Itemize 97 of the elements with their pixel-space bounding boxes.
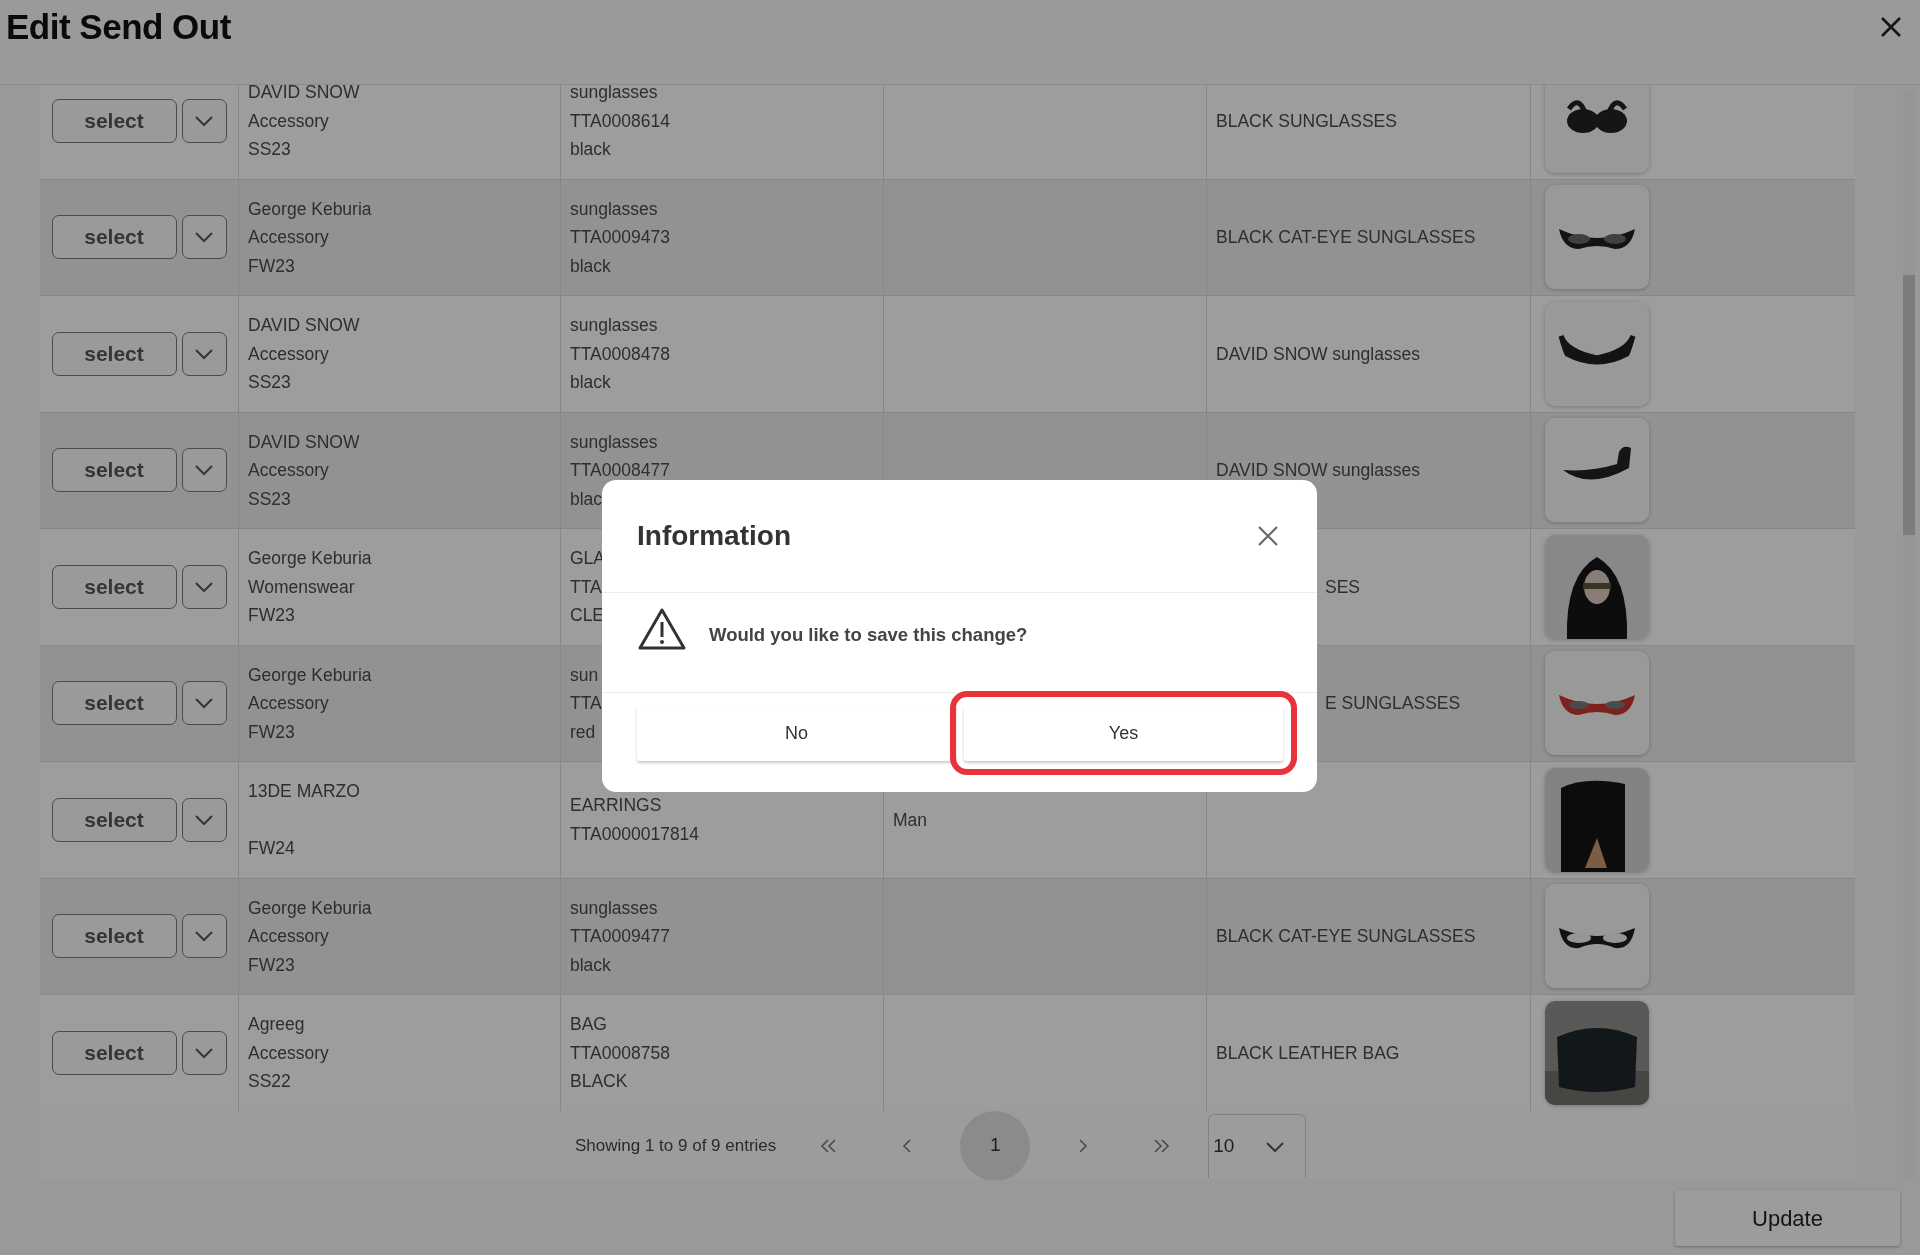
- chevron-icon: [194, 930, 214, 943]
- dropdown-toggle[interactable]: [181, 448, 227, 493]
- cell-text: FW23: [248, 720, 295, 744]
- chevron-icon: [1265, 1140, 1286, 1153]
- cell-text: CLE: [570, 604, 605, 627]
- cell-text: TTA0000017814: [570, 822, 700, 846]
- cell-text: BAG: [570, 1013, 607, 1036]
- select-button[interactable]: select: [51, 215, 177, 260]
- cell-text: Accessory: [248, 109, 329, 133]
- chevron-icon: [194, 580, 214, 593]
- select-button[interactable]: select: [51, 914, 177, 959]
- cell-text: black: [570, 254, 611, 278]
- cell-text: Accessory: [248, 925, 329, 948]
- cell-text: TTA0008614: [570, 109, 670, 133]
- cell-text: FW23: [248, 254, 295, 278]
- chevron-icon: [194, 114, 214, 127]
- cell-text: sunglasses: [570, 430, 658, 454]
- cell-text: George Keburia: [248, 896, 372, 920]
- cell-text: Accessory: [248, 459, 329, 482]
- cell-text: sun: [570, 663, 599, 687]
- cell-text: TTA0009477: [570, 925, 670, 948]
- cell-text: DAVID SNOW sunglasses: [1216, 342, 1420, 366]
- dropdown-toggle[interactable]: [181, 681, 227, 726]
- cell-text: Accessory: [248, 1041, 329, 1065]
- cell-text: SS22: [248, 1070, 291, 1093]
- cell-text: Accessory: [248, 342, 329, 366]
- cell-text: TTA0008758: [570, 1041, 670, 1065]
- cell-text: DAVID SNOW: [248, 430, 360, 454]
- cell-text: sunglasses: [570, 85, 658, 104]
- select-button[interactable]: select: [51, 564, 177, 609]
- dropdown-toggle[interactable]: [181, 331, 227, 376]
- confirmation-message: Would you like to save this change?: [709, 623, 1028, 647]
- cell-text: E SUNGLASSES: [1325, 692, 1461, 715]
- select-button[interactable]: select: [51, 98, 177, 143]
- warning-icon: [637, 607, 687, 651]
- cell-text: DAVID SNOW sunglasses: [1216, 459, 1420, 482]
- dropdown-toggle[interactable]: [181, 914, 227, 959]
- dropdown-toggle[interactable]: [181, 1030, 227, 1075]
- cell-text: sunglasses: [570, 896, 658, 920]
- page-size-select[interactable]: 10: [1208, 1113, 1307, 1178]
- select-button[interactable]: select: [51, 797, 177, 842]
- cell-text: Accessory: [248, 226, 329, 249]
- cell-text: 13DE MARZO: [248, 780, 360, 803]
- cell-text: TTA: [570, 692, 602, 715]
- dialog-button[interactable]: Yes: [964, 705, 1283, 761]
- cell-text: red: [570, 720, 596, 744]
- cell-text: SS23: [248, 138, 291, 161]
- dropdown-toggle[interactable]: [181, 564, 227, 609]
- cell-text: FW24: [248, 837, 295, 860]
- select-button[interactable]: select: [51, 331, 177, 376]
- cell-text: sunglasses: [570, 314, 658, 337]
- cell-text: George Keburia: [248, 547, 372, 570]
- cell-text: TTA0008478: [570, 342, 670, 366]
- cell-text: TTA: [570, 575, 602, 599]
- dialog-title: Edit Send Out: [6, 6, 231, 48]
- cell-text: SS23: [248, 371, 291, 394]
- cell-text: black: [570, 138, 611, 161]
- cell-text: Man: [893, 808, 928, 832]
- dialog-heading: Information: [637, 519, 791, 553]
- cell-text: FW23: [248, 953, 295, 977]
- select-button[interactable]: select: [51, 448, 177, 493]
- dropdown-toggle[interactable]: [181, 98, 227, 143]
- cell-text: TTA0008477: [570, 459, 670, 482]
- cell-text: Agreeg: [248, 1013, 305, 1036]
- cell-text: EARRINGS: [570, 794, 662, 818]
- chevron-icon: [194, 231, 214, 244]
- cell-text: BLACK: [570, 1070, 628, 1093]
- cell-text: blac: [570, 487, 603, 511]
- select-button[interactable]: select: [51, 1030, 177, 1075]
- chevron-icon: [194, 1046, 214, 1059]
- dropdown-toggle[interactable]: [181, 215, 227, 260]
- cell-text: George Keburia: [248, 197, 372, 221]
- cell-text: Womenswear: [248, 575, 355, 599]
- cell-text: black: [570, 371, 611, 394]
- cell-text: George Keburia: [248, 663, 372, 687]
- select-button[interactable]: select: [51, 681, 177, 726]
- chevron-icon: [194, 464, 214, 477]
- cell-text: BLACK CAT-EYE SUNGLASSES: [1216, 226, 1476, 249]
- cell-text: Accessory: [248, 692, 329, 715]
- cell-text: TTA0009473: [570, 226, 670, 249]
- cell-text: sunglasses: [570, 197, 658, 221]
- chevron-icon: [194, 697, 214, 710]
- page-button[interactable]: 1: [960, 1110, 1031, 1180]
- dropdown-toggle[interactable]: [181, 797, 227, 842]
- update-button[interactable]: Update: [1675, 1190, 1900, 1246]
- cell-text: DAVID SNOW: [248, 85, 360, 104]
- cell-text: BLACK CAT-EYE SUNGLASSES: [1216, 925, 1476, 948]
- cell-text: black: [570, 953, 611, 977]
- cell-text: DAVID SNOW: [248, 314, 360, 337]
- cell-text: SS23: [248, 487, 291, 511]
- chevron-icon: [194, 347, 214, 360]
- cell-text: FW23: [248, 604, 295, 627]
- cell-text: BLACK LEATHER BAG: [1216, 1041, 1400, 1065]
- entries-summary: Showing 1 to 9 of 9 entries: [575, 1134, 777, 1157]
- chevron-icon: [194, 813, 214, 826]
- cell-text: SES: [1325, 575, 1361, 599]
- cell-text: BLACK SUNGLASSES: [1216, 109, 1397, 133]
